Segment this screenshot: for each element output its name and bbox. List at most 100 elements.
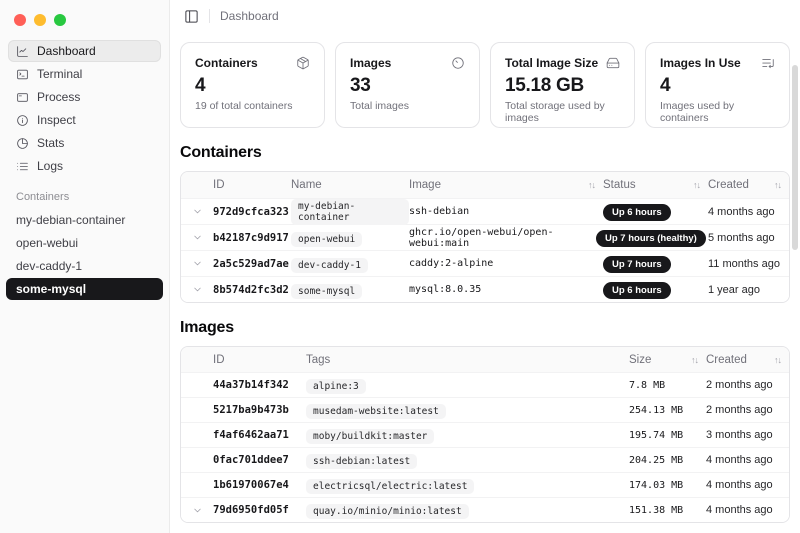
stat-card-subtitle: Total images xyxy=(350,100,465,112)
container-name-pill: my-debian-container xyxy=(291,199,409,225)
sidebar-container-dev-caddy-1[interactable]: dev-caddy-1 xyxy=(6,255,163,277)
sidebar-item-stats[interactable]: Stats xyxy=(8,132,161,154)
topbar-divider xyxy=(209,9,210,23)
image-row[interactable]: 5217ba9b473b musedam-website:latest 254.… xyxy=(181,397,789,422)
image-id: 79d6950fd05f xyxy=(213,504,306,516)
stat-card-subtitle: Total storage used by images xyxy=(505,100,620,124)
pie-chart-icon xyxy=(16,137,29,150)
list-icon xyxy=(16,160,29,173)
sidebar-item-label: Logs xyxy=(37,159,63,173)
image-tags-cell: electricsql/electric:latest xyxy=(306,476,629,494)
image-id: 1b61970067e4 xyxy=(213,479,306,491)
minimize-window-button[interactable] xyxy=(34,14,46,26)
container-image: caddy:2-alpine xyxy=(409,258,603,269)
expand-row-button[interactable] xyxy=(181,232,213,243)
image-tags-cell: moby/buildkit:master xyxy=(306,426,629,444)
image-created: 3 months ago xyxy=(706,429,789,441)
sidebar-toggle-icon[interactable] xyxy=(184,9,199,24)
stat-card-title: Containers xyxy=(195,56,258,70)
stat-cards: Containers 4 19 of total containers Imag… xyxy=(180,42,790,128)
container-name-cell: my-debian-container xyxy=(291,199,409,225)
container-status-cell: Up 7 hours (healthy) xyxy=(603,228,708,247)
container-id: 2a5c529ad7ae xyxy=(213,258,291,270)
sort-icon[interactable]: ↑↓ xyxy=(774,355,789,365)
zoom-window-button[interactable] xyxy=(54,14,66,26)
sort-icon[interactable]: ↑↓ xyxy=(588,180,603,190)
stat-card-title: Images In Use xyxy=(660,56,741,70)
terminal-icon xyxy=(16,68,29,81)
image-id: f4af6462aa71 xyxy=(213,429,306,441)
containers-section-title: Containers xyxy=(180,144,790,162)
sidebar-container-some-mysql[interactable]: some-mysql xyxy=(6,278,163,300)
column-header-id[interactable]: ID xyxy=(213,354,306,366)
column-header-created[interactable]: Created ↑↓ xyxy=(708,179,789,191)
sidebar-item-label: Terminal xyxy=(37,67,82,81)
expand-row-button[interactable] xyxy=(181,284,213,295)
expand-row-button[interactable] xyxy=(181,505,213,516)
image-created: 4 months ago xyxy=(706,479,789,491)
column-header-tags[interactable]: Tags xyxy=(306,354,629,366)
image-size: 204.25 MB xyxy=(629,455,706,466)
column-header-image[interactable]: Image ↑↓ xyxy=(409,179,603,191)
container-row[interactable]: 2a5c529ad7ae dev-caddy-1 caddy:2-alpine … xyxy=(181,250,789,276)
image-created: 4 months ago xyxy=(706,454,789,466)
close-window-button[interactable] xyxy=(14,14,26,26)
image-id: 5217ba9b473b xyxy=(213,404,306,416)
column-header-name[interactable]: Name xyxy=(291,179,409,191)
sort-icon[interactable]: ↑↓ xyxy=(693,180,708,190)
expand-row-button[interactable] xyxy=(181,206,213,217)
sidebar-item-inspect[interactable]: Inspect xyxy=(8,109,161,131)
image-row[interactable]: 1b61970067e4 electricsql/electric:latest… xyxy=(181,472,789,497)
container-row[interactable]: 8b574d2fc3d2 some-mysql mysql:8.0.35 Up … xyxy=(181,276,789,302)
chevron-down-icon xyxy=(192,206,203,217)
container-row[interactable]: b42187c9d917 open-webui ghcr.io/open-web… xyxy=(181,224,789,250)
status-badge: Up 6 hours xyxy=(603,204,671,221)
image-row[interactable]: 0fac701ddee7 ssh-debian:latest 204.25 MB… xyxy=(181,447,789,472)
image-row[interactable]: f4af6462aa71 moby/buildkit:master 195.74… xyxy=(181,422,789,447)
sidebar-item-process[interactable]: Process xyxy=(8,86,161,108)
stat-card-value: 4 xyxy=(660,75,775,97)
topbar: Dashboard xyxy=(170,0,800,32)
container-row[interactable]: 972d9cfca323 my-debian-container ssh-deb… xyxy=(181,198,789,224)
info-icon xyxy=(16,114,29,127)
stat-card-value: 15.18 GB xyxy=(505,75,620,97)
sidebar-item-terminal[interactable]: Terminal xyxy=(8,63,161,85)
column-header-size[interactable]: Size ↑↓ xyxy=(629,354,706,366)
image-tag-pill: quay.io/minio/minio:latest xyxy=(306,504,469,519)
sidebar-container-open-webui[interactable]: open-webui xyxy=(6,232,163,254)
package-icon xyxy=(296,56,310,70)
vertical-scrollbar[interactable] xyxy=(792,65,798,250)
list-checks-icon xyxy=(761,56,775,70)
image-row[interactable]: 44a37b14f342 alpine:3 7.8 MB 2 months ag… xyxy=(181,372,789,397)
window-icon xyxy=(16,91,29,104)
images-table-header: ID Tags Size ↑↓ Created ↑↓ xyxy=(181,347,789,372)
column-header-created[interactable]: Created ↑↓ xyxy=(706,354,789,366)
image-tag-pill: ssh-debian:latest xyxy=(306,454,417,469)
expand-row-button[interactable] xyxy=(181,258,213,269)
stat-card-images-in-use: Images In Use 4 Images used by container… xyxy=(645,42,790,128)
column-header-id[interactable]: ID xyxy=(213,179,291,191)
sidebar-container-my-debian-container[interactable]: my-debian-container xyxy=(6,209,163,231)
images-section-title: Images xyxy=(180,319,790,337)
image-size: 174.03 MB xyxy=(629,480,706,491)
stat-card-title: Total Image Size xyxy=(505,56,598,70)
sort-icon[interactable]: ↑↓ xyxy=(774,180,789,190)
image-created: 4 months ago xyxy=(706,504,789,516)
image-row[interactable]: 79d6950fd05f quay.io/minio/minio:latest … xyxy=(181,497,789,522)
sidebar-item-label: Process xyxy=(37,90,80,104)
image-tag-pill: moby/buildkit:master xyxy=(306,429,434,444)
sidebar-item-logs[interactable]: Logs xyxy=(8,155,161,177)
breadcrumb: Dashboard xyxy=(220,9,279,23)
hard-drive-icon xyxy=(606,56,620,70)
container-created: 1 year ago xyxy=(708,284,789,296)
image-created: 2 months ago xyxy=(706,379,789,391)
sidebar-item-label: Dashboard xyxy=(37,44,96,58)
container-image: ssh-debian xyxy=(409,206,603,217)
image-tags-cell: alpine:3 xyxy=(306,376,629,394)
sidebar-item-label: Stats xyxy=(37,136,64,150)
column-header-status[interactable]: Status ↑↓ xyxy=(603,179,708,191)
sidebar-section-label: Containers xyxy=(16,191,169,203)
container-name-pill: some-mysql xyxy=(291,284,362,299)
sidebar-item-dashboard[interactable]: Dashboard xyxy=(8,40,161,62)
sort-icon[interactable]: ↑↓ xyxy=(691,355,706,365)
